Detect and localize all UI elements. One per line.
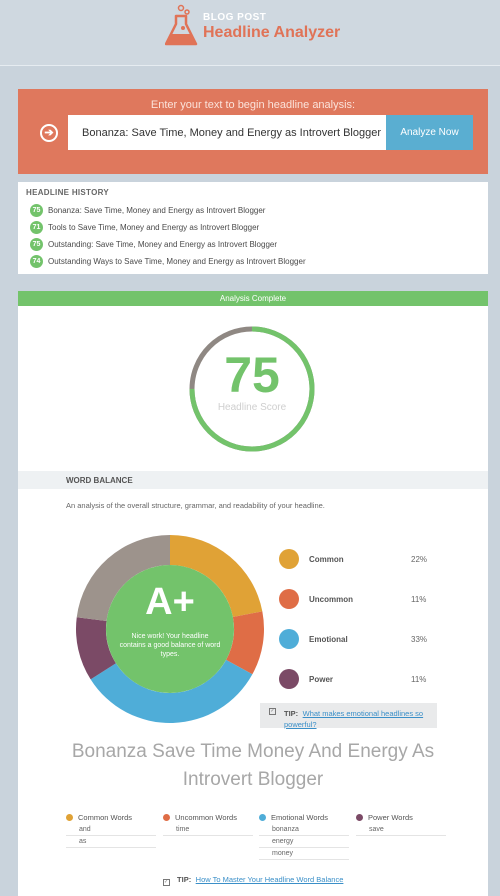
tip-icon: ✓	[162, 879, 170, 886]
legend-emotional: Emotional 33%	[279, 629, 449, 651]
legend-percent: 33%	[411, 635, 428, 644]
word-item: time	[163, 824, 253, 836]
common-words-list: Common Words and as	[66, 811, 156, 848]
emotional-words-list: Emotional Words bonanza energy money	[259, 811, 349, 860]
uncommon-dot	[163, 814, 170, 821]
word-item: money	[259, 848, 349, 860]
word-balance-title: WORD BALANCE	[66, 476, 133, 485]
legend-dot	[279, 589, 299, 609]
arrow-right-circle-icon: ➔	[40, 124, 58, 142]
analysis-panel: Analysis Complete 75 Headline Score WORD…	[18, 291, 488, 896]
word-item: and	[66, 824, 156, 836]
common-dot	[66, 814, 73, 821]
brand-small-label: BLOG POST	[203, 12, 267, 23]
history-item-text: Outstanding Ways to Save Time, Money and…	[48, 256, 306, 266]
legend-percent: 22%	[411, 555, 428, 564]
logo[interactable]: BLOG POST Headline Analyzer	[165, 4, 345, 48]
word-list-title: Power Words	[368, 813, 413, 822]
tip-icon: ✓	[269, 708, 276, 715]
uncommon-words-list: Uncommon Words time	[163, 811, 253, 836]
analyzed-headline: Bonanza Save Time Money And Energy As In…	[71, 741, 435, 790]
score-badge: 74	[30, 254, 43, 268]
analyze-now-button[interactable]: Analyze Now	[386, 115, 473, 150]
flask-icon	[165, 4, 198, 46]
word-list-title: Emotional Words	[271, 813, 328, 822]
word-item: energy	[259, 836, 349, 848]
word-list-title: Uncommon Words	[175, 813, 237, 822]
legend-label: Uncommon	[309, 595, 353, 604]
power-dot	[356, 814, 363, 821]
brand-title: Headline Analyzer	[203, 24, 341, 41]
power-words-list: Power Words save	[356, 811, 446, 836]
word-item: bonanza	[259, 824, 349, 836]
word-balance-donut	[76, 535, 264, 723]
legend-common: Common 22%	[279, 549, 449, 571]
word-balance-tip: ✓ TIP: How To Master Your Headline Word …	[18, 869, 488, 887]
headline-score-gauge: 75 Headline Score	[187, 324, 317, 454]
score-badge: 71	[30, 220, 43, 234]
headline-score-label: Headline Score	[217, 402, 287, 413]
tip-label: TIP:	[177, 875, 192, 884]
word-item: as	[66, 836, 156, 848]
legend-uncommon: Uncommon 11%	[279, 589, 449, 611]
score-badge: 75	[30, 203, 43, 217]
word-balance-message: Nice work! Your headline contains a good…	[119, 633, 221, 658]
analysis-status-bar: Analysis Complete	[18, 291, 488, 306]
tip-label: TIP:	[284, 709, 299, 718]
input-prompt: Enter your text to begin headline analys…	[150, 99, 356, 111]
history-item[interactable]: 75 Outstanding: Save Time, Money and Ene…	[30, 237, 277, 251]
legend-dot	[279, 629, 299, 649]
headline-score-value: 75	[224, 347, 280, 403]
word-balance-description: An analysis of the overall structure, gr…	[66, 501, 325, 510]
word-balance-header: WORD BALANCE	[18, 471, 488, 489]
word-item: save	[356, 824, 446, 836]
emotional-headlines-tip-link[interactable]: What makes emotional headlines so powerf…	[284, 709, 423, 729]
legend-label: Common	[309, 555, 344, 564]
emotional-tip-box: ✓ TIP: What makes emotional headlines so…	[260, 703, 437, 729]
history-item-text: Outstanding: Save Time, Money and Energy…	[48, 239, 278, 249]
score-badge: 75	[30, 237, 43, 251]
legend-percent: 11%	[411, 595, 427, 604]
legend-label: Emotional	[309, 635, 348, 644]
legend-power: Power 11%	[279, 669, 449, 691]
site-header: BLOG POST Headline Analyzer	[0, 0, 500, 66]
headline-input-panel: Enter your text to begin headline analys…	[18, 89, 488, 174]
word-balance-grade: A+	[145, 581, 195, 623]
legend-dot	[279, 669, 299, 689]
history-item[interactable]: 75 Bonanza: Save Time, Money and Energy …	[30, 203, 265, 217]
legend-label: Power	[309, 675, 334, 684]
history-item-text: Bonanza: Save Time, Money and Energy as …	[48, 205, 266, 215]
history-item[interactable]: 74 Outstanding Ways to Save Time, Money …	[30, 254, 306, 268]
history-title: HEADLINE HISTORY	[26, 188, 110, 197]
legend-dot	[279, 549, 299, 569]
headline-history-panel: HEADLINE HISTORY 75 Bonanza: Save Time, …	[18, 182, 488, 274]
headline-input[interactable]	[68, 115, 386, 150]
history-item[interactable]: 71 Tools to Save Time, Money and Energy …	[30, 220, 259, 234]
word-list-title: Common Words	[78, 813, 133, 822]
history-item-text: Tools to Save Time, Money and Energy as …	[48, 222, 260, 232]
legend-percent: 11%	[411, 675, 427, 684]
word-balance-tip-link[interactable]: How To Master Your Headline Word Balance	[196, 875, 344, 884]
emotional-dot	[259, 814, 266, 821]
